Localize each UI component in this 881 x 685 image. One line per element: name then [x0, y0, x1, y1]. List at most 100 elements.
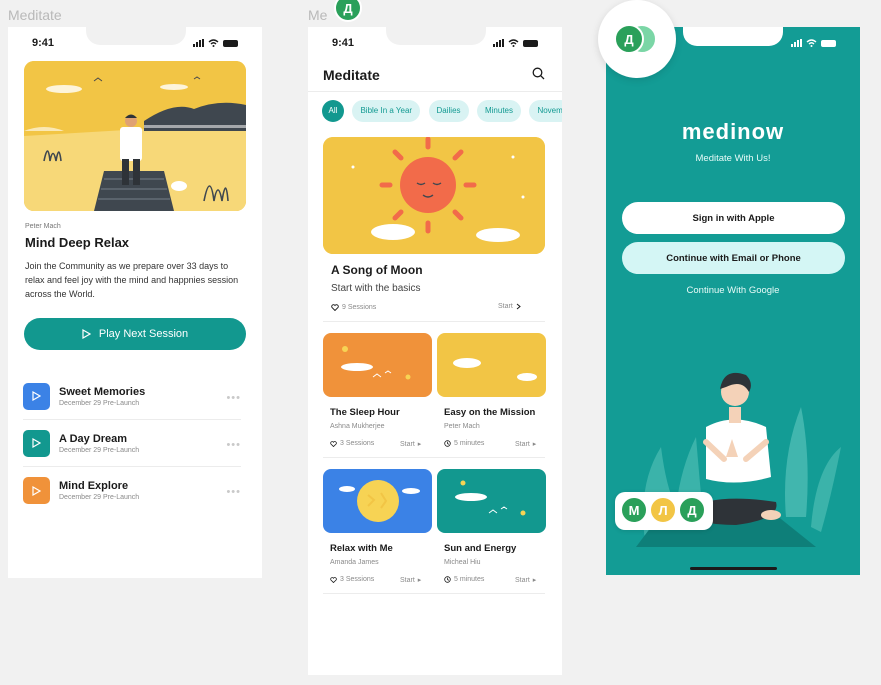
app-tagline: Meditate With Us! [695, 153, 771, 164]
hero-illustration-pier [24, 61, 246, 211]
status-bar: 9:41 [308, 36, 562, 50]
session-description: Join the Community as we prepare over 33… [25, 261, 239, 299]
signal-icon [193, 39, 204, 47]
continue-google-link[interactable]: Continue With Google [606, 285, 860, 296]
frame-label-meditate: Meditate [8, 7, 62, 23]
session-list: Sweet Memories December 29 Pre-Launch ••… [23, 373, 241, 514]
more-icon[interactable]: ••• [226, 486, 241, 498]
caret-right-icon: ▸ [417, 577, 422, 584]
card-image-sleep-hour[interactable] [323, 333, 432, 397]
card-author: Peter Mach [444, 423, 480, 430]
collaborator-avatar-d2[interactable]: Д [678, 496, 706, 524]
card-image-easy-mission[interactable] [437, 333, 546, 397]
list-item-a-day-dream[interactable]: A Day Dream December 29 Pre-Launch ••• [23, 420, 241, 467]
battery-icon [523, 39, 538, 47]
chip-november[interactable]: Novem [529, 100, 562, 122]
card-title: The Sleep Hour [330, 407, 400, 418]
list-item-icon-box [23, 477, 50, 504]
list-item-icon-box [23, 382, 50, 410]
card-start-link[interactable]: Start ▸ [400, 576, 422, 585]
caret-right-icon: ▸ [532, 441, 537, 448]
caret-right-icon: ▸ [532, 577, 537, 584]
collaborator-avatar-d[interactable]: Д [614, 24, 644, 54]
card-image-relax-with-me[interactable] [323, 469, 432, 533]
card-title: Sun and Energy [444, 543, 517, 554]
play-icon [32, 391, 41, 401]
card-image-sun-energy[interactable] [437, 469, 546, 533]
list-item-name: A Day Dream [59, 432, 128, 445]
list-item-name: Mind Explore [59, 480, 129, 492]
session-detail-screen: 9:41 Peter Mach Mind Deep Relax Join the… [8, 27, 262, 578]
collaborator-avatar-m[interactable]: М [620, 496, 648, 524]
heart-icon[interactable] [330, 440, 337, 447]
more-icon[interactable]: ••• [226, 439, 241, 451]
clock-icon [444, 440, 451, 447]
app-logo: medinow [681, 119, 785, 144]
home-indicator[interactable] [690, 567, 777, 570]
heart-icon[interactable] [330, 576, 337, 583]
play-next-session-button[interactable]: Play Next Session [24, 318, 246, 350]
featured-card-image[interactable] [323, 137, 545, 254]
chip-minutes[interactable]: Minutes [476, 100, 521, 122]
list-item-date: December 29 Pre-Launch [59, 494, 140, 501]
featured-subtitle: Start with the basics [331, 283, 421, 294]
list-item-date: December 29 Pre-Launch [59, 446, 140, 454]
start-label: Start [498, 303, 513, 310]
card-meta-label: 5 minutes [454, 440, 485, 447]
featured-start-link[interactable]: Start [498, 303, 521, 310]
session-title: Mind Deep Relax [25, 235, 130, 250]
featured-sessions-count: 9 Sessions [342, 304, 377, 311]
start-label: Start [515, 440, 530, 448]
card-start-link[interactable]: Start ▸ [515, 440, 537, 449]
card-meta-label: 3 Sessions [340, 440, 375, 447]
card-author: Amanda James [330, 559, 379, 566]
continue-email-phone-button[interactable]: Continue with Email or Phone [622, 242, 845, 274]
wifi-icon [806, 39, 817, 47]
frame-label-meditate-2: Me [308, 7, 328, 23]
page-title: Meditate [323, 67, 380, 83]
card-meta: 3 Sessions [330, 440, 374, 447]
heart-icon[interactable] [331, 304, 339, 311]
section-divider [323, 593, 545, 594]
featured-sessions: 9 Sessions [331, 304, 376, 311]
card-start-link[interactable]: Start ▸ [400, 440, 422, 449]
chip-all[interactable]: All [322, 100, 344, 122]
sign-in-apple-button[interactable]: Sign in with Apple [622, 202, 845, 234]
card-author: Ashna Mukherjee [330, 423, 385, 430]
status-bar: 9:41 [8, 36, 262, 50]
list-item-mind-explore[interactable]: Mind Explore December 29 Pre-Launch ••• [23, 467, 241, 514]
session-author: Peter Mach [25, 223, 61, 230]
more-icon[interactable]: ••• [226, 392, 241, 404]
collaborator-avatar-l[interactable]: Л [649, 496, 677, 524]
chip-bible-in-a-year[interactable]: Bible In a Year [352, 100, 421, 122]
card-title: Easy on the Mission [444, 407, 536, 418]
meditate-browse-screen: 9:41 Meditate All Bible In a Year Dailie… [308, 27, 562, 675]
play-button-label: Play Next Session [98, 328, 189, 340]
card-author: Micheal Hiu [444, 559, 481, 566]
play-icon [82, 329, 91, 339]
signal-icon [791, 39, 802, 47]
featured-title: A Song of Moon [331, 263, 423, 277]
list-item-sweet-memories[interactable]: Sweet Memories December 29 Pre-Launch ••… [23, 373, 241, 420]
play-icon [32, 485, 41, 496]
wifi-icon [208, 39, 219, 47]
clock-icon [444, 576, 451, 583]
play-icon [32, 438, 41, 448]
list-item-date: December 29 Pre-Launch [59, 399, 140, 407]
card-title: Relax with Me [330, 543, 393, 554]
section-divider [323, 457, 545, 458]
battery-icon [223, 39, 238, 47]
wifi-icon [508, 39, 519, 47]
list-item-name: Sweet Memories [59, 385, 146, 398]
status-time: 9:41 [32, 37, 55, 49]
card-start-link[interactable]: Start ▸ [515, 576, 537, 585]
list-item-icon-box [23, 429, 50, 457]
search-icon[interactable] [532, 67, 545, 80]
card-meta-label: 5 minutes [454, 576, 485, 583]
caret-right-icon: ▸ [417, 441, 422, 448]
chevron-right-icon [516, 303, 521, 310]
collaborator-avatar-d[interactable]: Д [334, 0, 362, 22]
start-label: Start [400, 440, 415, 448]
card-meta: 3 Sessions [330, 576, 374, 583]
chip-dailies[interactable]: Dailies [428, 100, 469, 122]
